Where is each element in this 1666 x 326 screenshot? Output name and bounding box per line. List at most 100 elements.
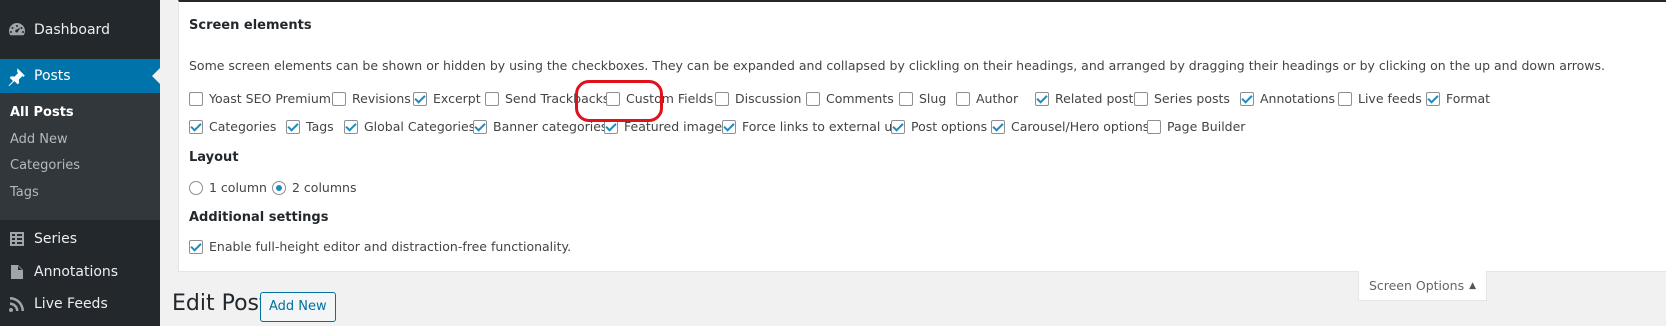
option-comments[interactable]: Comments bbox=[806, 91, 894, 106]
screen-options-toggle[interactable]: Screen Options ▲ bbox=[1358, 271, 1487, 301]
send-trackbacks-label: Send Trackbacks bbox=[505, 91, 610, 106]
admin-sidebar: Dashboard Posts All Posts Add New Catego… bbox=[0, 0, 160, 326]
option-annotations[interactable]: Annotations bbox=[1240, 91, 1335, 106]
global-categories-label: Global Categories bbox=[364, 119, 476, 134]
featured-image-checkbox[interactable] bbox=[604, 119, 618, 134]
option-featured-image[interactable]: Featured image bbox=[604, 119, 722, 134]
categories-label: Categories bbox=[209, 119, 277, 134]
featured-image-label: Featured image bbox=[624, 119, 723, 134]
yoast-seo-premium-checkbox[interactable] bbox=[189, 91, 203, 106]
submenu-add-new[interactable]: Add New bbox=[0, 127, 160, 154]
dashboard-icon bbox=[0, 13, 34, 47]
banner-categories-checkbox[interactable] bbox=[473, 119, 487, 134]
option-full-height-editor[interactable]: Enable full-height editor and distractio… bbox=[189, 239, 571, 254]
revisions-label: Revisions bbox=[352, 91, 411, 106]
option-global-categories[interactable]: Global Categories bbox=[344, 119, 475, 134]
option-tags[interactable]: Tags bbox=[286, 119, 334, 134]
full-height-editor-checkbox[interactable] bbox=[189, 239, 203, 254]
option-live-feeds[interactable]: Live feeds bbox=[1338, 91, 1422, 106]
force-links-label: Force links to external url bbox=[742, 119, 901, 134]
menu-series-label: Series bbox=[34, 231, 78, 247]
live-feeds-label: Live feeds bbox=[1358, 91, 1422, 106]
option-revisions[interactable]: Revisions bbox=[332, 91, 411, 106]
series-posts-checkbox[interactable] bbox=[1134, 91, 1148, 106]
submenu-tags[interactable]: Tags bbox=[0, 180, 160, 207]
menu-series[interactable]: Series bbox=[0, 222, 160, 256]
revisions-checkbox[interactable] bbox=[332, 91, 346, 106]
series-posts-label: Series posts bbox=[1154, 91, 1230, 106]
annotations-checkbox[interactable] bbox=[1240, 91, 1254, 106]
layout-legend: Layout bbox=[189, 150, 239, 165]
option-excerpt[interactable]: Excerpt bbox=[413, 91, 481, 106]
slug-label: Slug bbox=[919, 91, 947, 106]
format-checkbox[interactable] bbox=[1426, 91, 1440, 106]
option-send-trackbacks[interactable]: Send Trackbacks bbox=[485, 91, 609, 106]
page-builder-label: Page Builder bbox=[1167, 119, 1246, 134]
post-options-checkbox[interactable] bbox=[891, 119, 905, 134]
discussion-checkbox[interactable] bbox=[715, 91, 729, 106]
option-categories[interactable]: Categories bbox=[189, 119, 276, 134]
option-1-column[interactable]: 1 column bbox=[189, 180, 267, 195]
author-checkbox[interactable] bbox=[956, 91, 970, 106]
send-trackbacks-checkbox[interactable] bbox=[485, 91, 499, 106]
table-icon bbox=[0, 222, 34, 256]
option-discussion[interactable]: Discussion bbox=[715, 91, 801, 106]
custom-fields-label: Custom Fields bbox=[626, 91, 714, 106]
global-categories-checkbox[interactable] bbox=[344, 119, 358, 134]
carousel-hero-options-checkbox[interactable] bbox=[991, 119, 1005, 134]
2-columns-label: 2 columns bbox=[292, 180, 357, 195]
option-post-options[interactable]: Post options bbox=[891, 119, 987, 134]
custom-fields-checkbox[interactable] bbox=[606, 91, 620, 106]
tags-label: Tags bbox=[306, 119, 334, 134]
full-height-editor-label: Enable full-height editor and distractio… bbox=[209, 239, 572, 254]
triangle-up-icon: ▲ bbox=[1469, 280, 1477, 291]
2-columns-radio[interactable] bbox=[272, 180, 286, 195]
screen-options-panel: Screen elements Some screen elements can… bbox=[178, 0, 1666, 272]
format-label: Format bbox=[1446, 91, 1491, 106]
comments-label: Comments bbox=[826, 91, 894, 106]
menu-annotations-label: Annotations bbox=[34, 264, 119, 280]
option-2-columns[interactable]: 2 columns bbox=[272, 180, 356, 195]
option-slug[interactable]: Slug bbox=[899, 91, 946, 106]
option-page-builder[interactable]: Page Builder bbox=[1147, 119, 1245, 134]
option-custom-fields[interactable]: Custom Fields bbox=[606, 91, 713, 106]
related-posts-checkbox[interactable] bbox=[1035, 91, 1049, 106]
force-links-checkbox[interactable] bbox=[722, 119, 736, 134]
excerpt-checkbox[interactable] bbox=[413, 91, 427, 106]
related-posts-label: Related posts bbox=[1055, 91, 1140, 106]
categories-checkbox[interactable] bbox=[189, 119, 203, 134]
option-format[interactable]: Format bbox=[1426, 91, 1490, 106]
additional-settings-legend: Additional settings bbox=[189, 210, 329, 225]
menu-live-feeds[interactable]: Live Feeds bbox=[0, 287, 160, 321]
add-new-button[interactable]: Add New bbox=[260, 292, 336, 322]
page-title: Edit Post bbox=[172, 291, 268, 316]
live-feeds-checkbox[interactable] bbox=[1338, 91, 1352, 106]
annotations-label: Annotations bbox=[1260, 91, 1336, 106]
option-author[interactable]: Author bbox=[956, 91, 1018, 106]
page-builder-checkbox[interactable] bbox=[1147, 119, 1161, 134]
1-column-label: 1 column bbox=[209, 180, 267, 195]
discussion-label: Discussion bbox=[735, 91, 802, 106]
slug-checkbox[interactable] bbox=[899, 91, 913, 106]
option-series-posts[interactable]: Series posts bbox=[1134, 91, 1230, 106]
option-yoast-seo-premium[interactable]: Yoast SEO Premium bbox=[189, 91, 331, 106]
menu-posts[interactable]: Posts bbox=[0, 59, 160, 93]
option-banner-categories[interactable]: Banner categories bbox=[473, 119, 607, 134]
post-options-label: Post options bbox=[911, 119, 988, 134]
option-carousel-hero-options[interactable]: Carousel/Hero options bbox=[991, 119, 1149, 134]
1-column-radio[interactable] bbox=[189, 180, 203, 195]
tags-checkbox[interactable] bbox=[286, 119, 300, 134]
option-force-links[interactable]: Force links to external url bbox=[722, 119, 901, 134]
option-related-posts[interactable]: Related posts bbox=[1035, 91, 1140, 106]
menu-live-feeds-label: Live Feeds bbox=[34, 296, 108, 312]
submenu-all-posts[interactable]: All Posts bbox=[0, 100, 160, 127]
yoast-seo-premium-label: Yoast SEO Premium bbox=[209, 91, 331, 106]
menu-annotations[interactable]: Annotations bbox=[0, 255, 160, 289]
submenu-categories[interactable]: Categories bbox=[0, 153, 160, 180]
menu-dashboard[interactable]: Dashboard bbox=[0, 13, 160, 47]
rss-icon bbox=[0, 287, 34, 321]
comments-checkbox[interactable] bbox=[806, 91, 820, 106]
screen-options-label: Screen Options bbox=[1368, 278, 1465, 293]
screen-elements-legend: Screen elements bbox=[189, 18, 312, 33]
menu-posts-label: Posts bbox=[34, 68, 71, 84]
